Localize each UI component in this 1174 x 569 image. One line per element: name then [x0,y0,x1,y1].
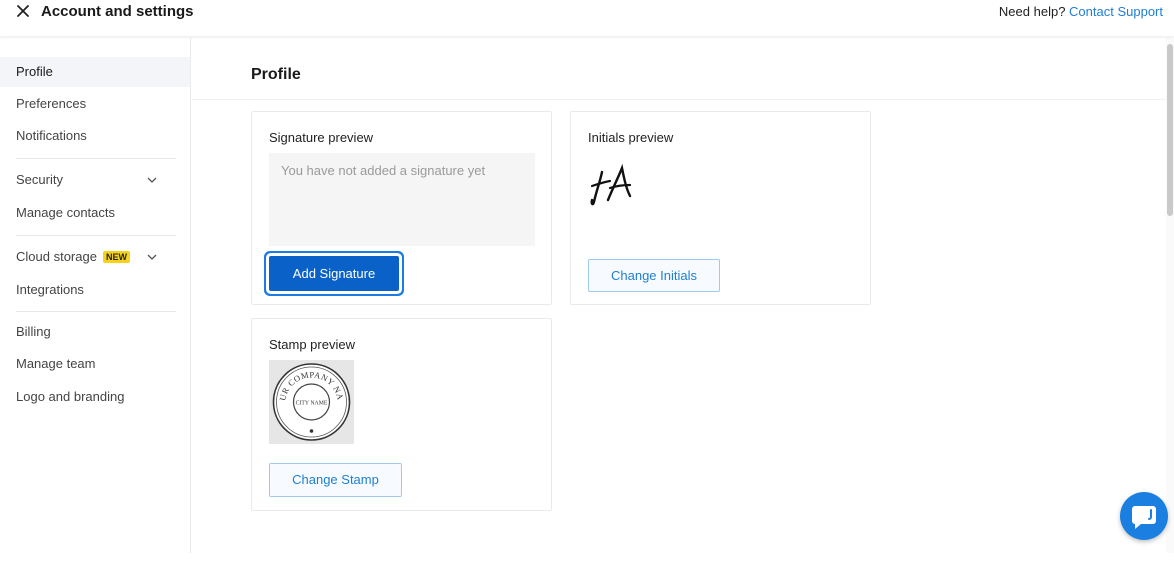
stamp-image: YOUR COMPANY NAME CITY NAME [265,352,351,441]
stamp-city-text: CITY NAME [296,401,328,407]
page-header: Profile [192,38,1166,100]
app-title: Account and settings [41,3,194,20]
sidebar-item-label: Integrations [16,282,84,297]
change-stamp-button[interactable]: Change Stamp [269,463,402,497]
sidebar-item-label: Logo and branding [16,389,125,404]
sidebar-item-preferences[interactable]: Preferences [0,89,190,119]
sidebar-item-billing[interactable]: Billing [0,317,190,347]
sidebar: Profile Preferences Notifications Securi… [0,38,191,553]
signature-card: Signature preview You have not added a s… [251,111,552,305]
sidebar-item-label: Notifications [16,128,87,143]
sidebar-divider [16,158,176,159]
chevron-down-icon [147,254,157,260]
sidebar-item-label: Preferences [16,96,87,111]
close-button[interactable] [14,2,34,22]
sidebar-item-label: Manage contacts [16,205,116,220]
sidebar-item-cloud-storage[interactable]: Cloud storage NEW [0,242,190,272]
sidebar-item-label: Profile [16,64,53,79]
sidebar-item-integrations[interactable]: Integrations [0,275,190,305]
sidebar-item-notifications[interactable]: Notifications [0,121,190,151]
sidebar-item-security[interactable]: Security [0,165,190,195]
change-initials-button[interactable]: Change Initials [588,259,720,292]
sidebar-item-label: Cloud storage [16,249,97,264]
chat-icon [1132,506,1156,529]
sidebar-item-manage-team[interactable]: Manage team [0,349,190,379]
stamp-preview-box: YOUR COMPANY NAME CITY NAME [265,352,354,444]
sidebar-item-label: Security [16,172,63,187]
sidebar-item-label: Billing [16,324,51,339]
close-icon [17,5,29,17]
help-text: Need help? [998,4,1066,19]
stamp-card: Stamp preview YOUR COMPANY NAME CITY NAM… [251,318,552,511]
signature-preview-box: You have not added a signature yet [269,153,535,246]
add-signature-button[interactable]: Add Signature [269,256,399,291]
signature-placeholder: You have not added a signature yet [281,163,486,178]
initials-signature-image [590,164,632,206]
initials-preview-label: Initials preview [588,130,674,145]
scrollbar-thumb[interactable] [1167,44,1173,216]
contact-support-link[interactable]: Contact Support [1069,4,1163,19]
page-title: Profile [251,66,301,83]
stamp-preview-label: Stamp preview [269,337,355,352]
initials-card: Initials preview Change Initials [570,111,871,305]
main-content: Profile Signature preview You have not a… [192,38,1166,553]
top-bar: Account and settings Need help? Contact … [0,0,1174,36]
signature-preview-label: Signature preview [269,130,374,145]
sidebar-item-logo-and-branding[interactable]: Logo and branding [0,382,190,412]
new-badge: NEW [102,251,130,263]
sidebar-item-profile[interactable]: Profile [0,57,190,87]
help-area: Need help? Contact Support [999,4,1163,19]
sidebar-item-label: Manage team [16,356,96,371]
scrollbar[interactable] [1166,38,1174,553]
chevron-down-icon [147,177,157,183]
chat-button[interactable] [1120,492,1168,540]
sidebar-item-manage-contacts[interactable]: Manage contacts [0,198,190,228]
sidebar-divider [16,311,176,312]
sidebar-divider [16,235,176,236]
